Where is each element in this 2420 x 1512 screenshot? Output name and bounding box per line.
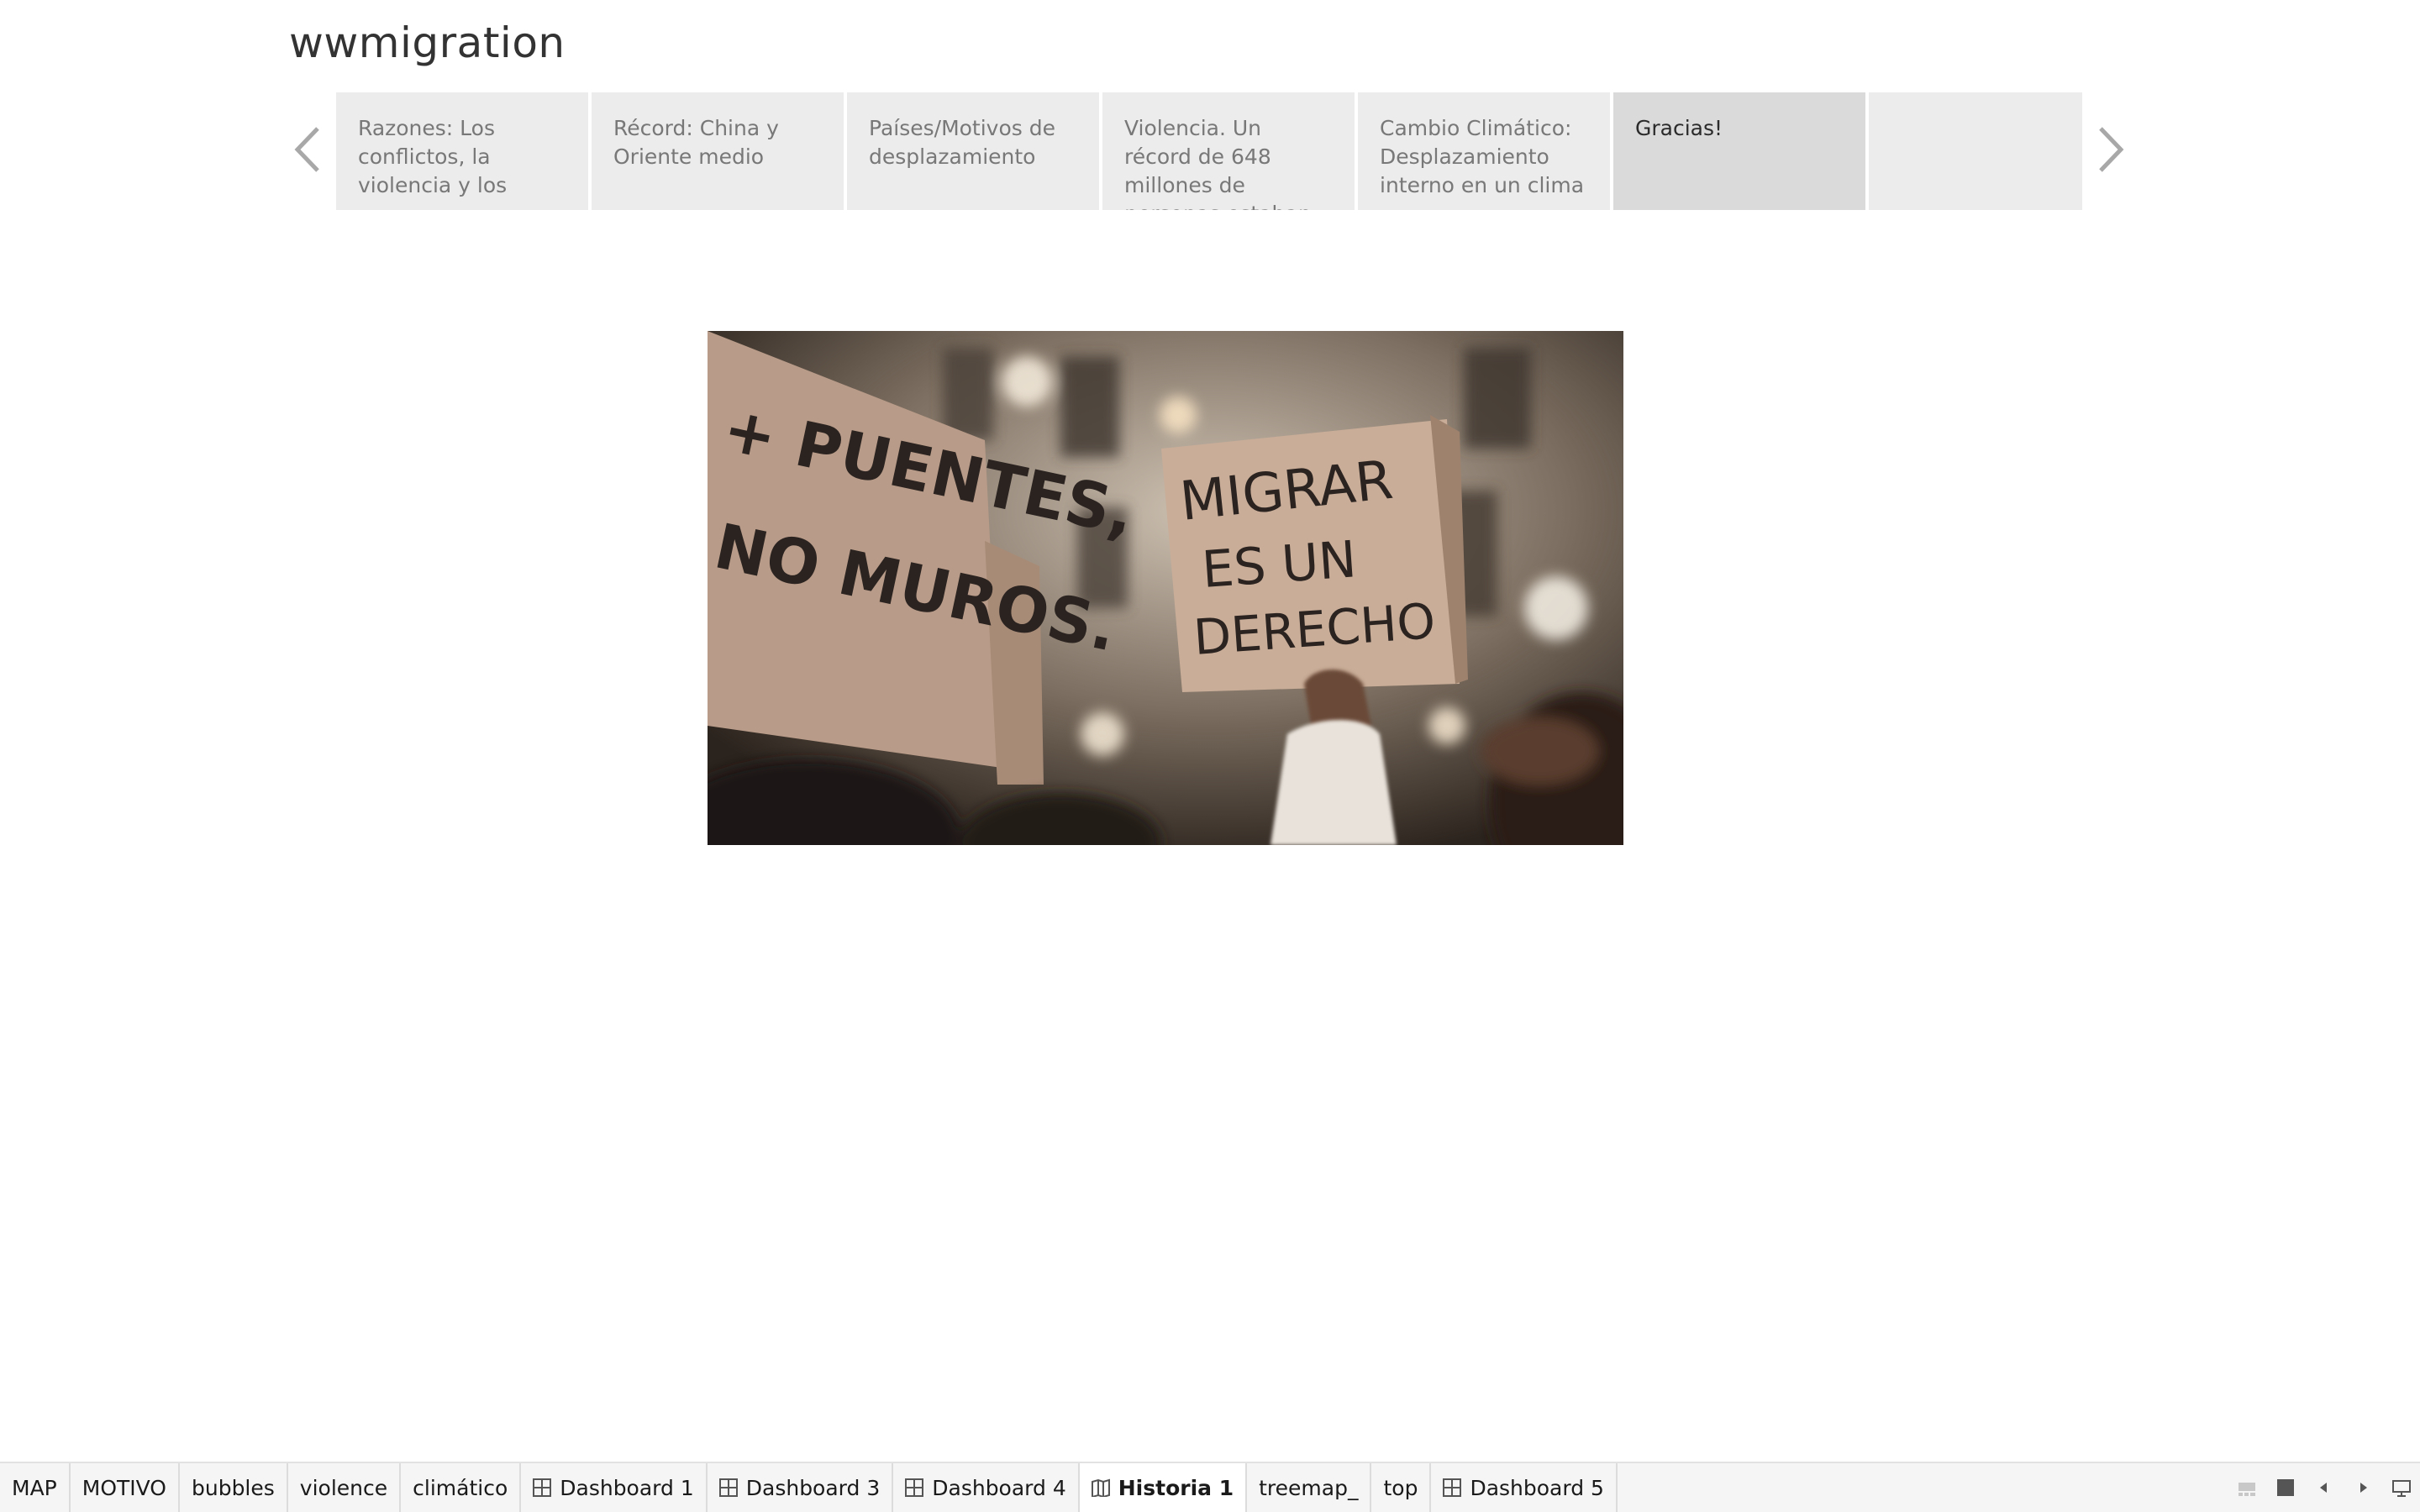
- story-icon: [1091, 1478, 1110, 1497]
- tab-violence[interactable]: violence: [288, 1463, 402, 1512]
- scroll-tabs-left-button[interactable]: [2314, 1478, 2334, 1498]
- single-sheet-icon: [2277, 1479, 2294, 1496]
- story-point-1[interactable]: Razones: Los conflictos, la violencia y …: [336, 92, 588, 210]
- tab-dashboard-1[interactable]: Dashboard 1: [521, 1463, 708, 1512]
- presentation-icon: [2392, 1480, 2411, 1497]
- tab-climatico[interactable]: climático: [401, 1463, 522, 1512]
- filmstrip-button[interactable]: [2237, 1478, 2257, 1498]
- story-point-2[interactable]: Récord: China y Oriente medio: [592, 92, 844, 210]
- story-point-5[interactable]: Cambio Climático: Desplazamiento interno…: [1358, 92, 1610, 210]
- story-point-label: Cambio Climático: Desplazamiento interno…: [1380, 116, 1585, 197]
- tab-label: MAP: [12, 1475, 57, 1500]
- tab-dashboard-4[interactable]: Dashboard 4: [893, 1463, 1080, 1512]
- tab-label: bubbles: [191, 1475, 275, 1500]
- tab-motivo[interactable]: MOTIVO: [71, 1463, 180, 1512]
- tab-label: Historia 1: [1118, 1475, 1234, 1500]
- tab-top[interactable]: top: [1371, 1463, 1432, 1512]
- story-point-label: Récord: China y Oriente medio: [613, 116, 779, 169]
- filmstrip-icon: [2238, 1483, 2255, 1496]
- dashboard-icon: [1443, 1478, 1462, 1497]
- story-points-navigator: Razones: Los conflictos, la violencia y …: [336, 92, 2082, 210]
- sign-text-line: ES UN: [1200, 530, 1358, 600]
- tab-label: climático: [413, 1475, 508, 1500]
- presentation-mode-button[interactable]: [2391, 1478, 2412, 1498]
- scroll-left-icon: [2320, 1483, 2327, 1493]
- story-point-label: Violencia. Un récord de 648 millones de …: [1124, 116, 1312, 210]
- tab-label: Dashboard 3: [745, 1475, 881, 1500]
- tab-dashboard-5[interactable]: Dashboard 5: [1431, 1463, 1618, 1512]
- next-point-button[interactable]: [2091, 124, 2133, 175]
- chevron-right-icon: [2099, 127, 2124, 172]
- protest-photo: + PUENTES, NO MUROS. MIGRAR ES UN DERECH…: [708, 331, 1623, 845]
- tab-historia-1[interactable]: Historia 1: [1079, 1463, 1248, 1512]
- dashboard-icon: [718, 1478, 738, 1497]
- story-point-label: Razones: Los conflictos, la violencia y …: [358, 116, 508, 197]
- sheet-tabs: MAP MOTIVO bubbles violence climático Da…: [0, 1463, 2420, 1512]
- dashboard-icon: [533, 1478, 552, 1497]
- tab-label: MOTIVO: [82, 1475, 166, 1500]
- tab-label: violence: [299, 1475, 388, 1500]
- story-point-4[interactable]: Violencia. Un récord de 648 millones de …: [1102, 92, 1355, 210]
- story-point-7[interactable]: [1869, 92, 2082, 210]
- story-page: wwmigration Razones: Los conflictos, la …: [0, 0, 2420, 1512]
- tab-bubbles[interactable]: bubbles: [180, 1463, 288, 1512]
- tab-treemap[interactable]: treemap_: [1247, 1463, 1372, 1512]
- tab-label: Dashboard 5: [1470, 1475, 1604, 1500]
- story-title: wwmigration: [289, 18, 566, 67]
- story-point-label: Gracias!: [1635, 116, 1723, 140]
- tab-label: Dashboard 1: [560, 1475, 694, 1500]
- story-point-label: Países/Motivos de desplazamiento: [869, 116, 1055, 169]
- tab-label: top: [1383, 1475, 1418, 1500]
- scroll-right-icon: [2360, 1483, 2367, 1493]
- dashboard-icon: [905, 1478, 924, 1497]
- tab-map[interactable]: MAP: [0, 1463, 71, 1512]
- tab-label: treemap_: [1259, 1475, 1359, 1500]
- story-point-3[interactable]: Países/Motivos de desplazamiento: [847, 92, 1099, 210]
- chevron-left-icon: [294, 127, 319, 172]
- tab-label: Dashboard 4: [932, 1475, 1066, 1500]
- previous-point-button[interactable]: [286, 124, 328, 175]
- story-point-6-active[interactable]: Gracias!: [1613, 92, 1865, 210]
- tab-bar-controls: [2237, 1463, 2412, 1512]
- sheet-tab-bar: MAP MOTIVO bubbles violence climático Da…: [0, 1462, 2420, 1512]
- tab-dashboard-3[interactable]: Dashboard 3: [708, 1463, 894, 1512]
- scroll-tabs-right-button[interactable]: [2353, 1478, 2373, 1498]
- single-sheet-button[interactable]: [2275, 1478, 2296, 1498]
